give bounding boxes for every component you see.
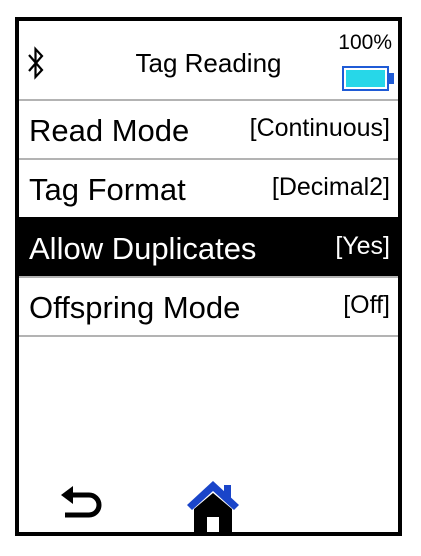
status-header: Tag Reading 100% [19, 21, 398, 99]
menu-item-value: [Yes] [335, 232, 390, 260]
menu-item-label: Allow Duplicates [29, 231, 257, 266]
home-button[interactable] [184, 479, 242, 533]
home-icon [187, 481, 239, 532]
back-arrow-icon [61, 486, 102, 518]
menu-item-value: [Off] [343, 291, 390, 319]
menu-item-read-mode[interactable]: Read Mode [Continuous] [19, 99, 398, 158]
back-button[interactable] [57, 483, 107, 523]
menu-item-label: Read Mode [29, 113, 190, 148]
battery-tip [389, 73, 394, 84]
menu-item-label: Tag Format [29, 172, 186, 207]
menu-item-tag-format[interactable]: Tag Format [Decimal2] [19, 158, 398, 217]
menu-item-value: [Decimal2] [271, 173, 390, 201]
battery-icon [342, 66, 389, 91]
device-screen: Tag Reading 100% Read Mode [Continuous] … [15, 17, 402, 536]
menu-item-allow-duplicates[interactable]: Allow Duplicates [Yes] [19, 217, 398, 276]
menu-item-label: Offspring Mode [29, 290, 241, 325]
battery-percent: 100% [338, 31, 392, 54]
menu-item-offspring-mode[interactable]: Offspring Mode [Off] [19, 276, 398, 337]
settings-menu: Read Mode [Continuous] Tag Format [Decim… [19, 99, 398, 337]
menu-item-value: [Continuous] [249, 114, 390, 142]
battery-fill [346, 70, 385, 87]
